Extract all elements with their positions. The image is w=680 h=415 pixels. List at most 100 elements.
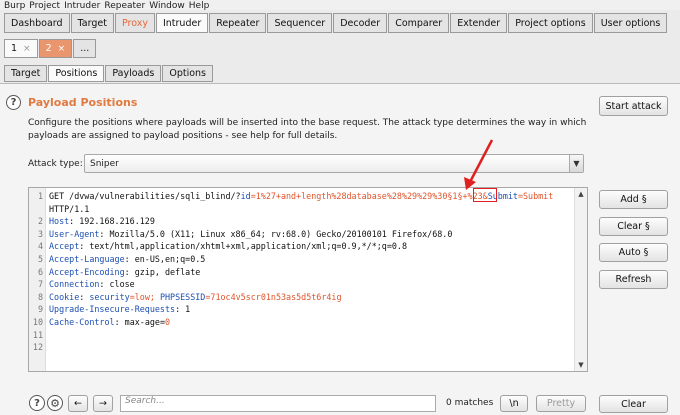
- attack-tab-label: 2: [45, 43, 52, 54]
- menu-bar: Burp Project Intruder Repeater Window Help: [0, 0, 680, 11]
- line-token: =71oc4v5scr01n53as5d5t6r4ig: [205, 291, 342, 302]
- auto-marker-button[interactable]: Auto §: [599, 243, 668, 262]
- line-token: GET /dvwa/vulnerabilities/sqli_blind/?: [49, 191, 241, 201]
- tab-decoder[interactable]: Decoder: [333, 13, 388, 33]
- line-token: PHPSESSID: [159, 291, 206, 302]
- line-token: security: [89, 291, 130, 302]
- line-token: Upgrade-Insecure-Requests: [49, 304, 176, 315]
- regex-toggle-button[interactable]: \n: [500, 395, 528, 412]
- attack-tab-3[interactable]: ...: [73, 39, 97, 58]
- next-match-button[interactable]: →: [93, 395, 113, 412]
- menu-item-burp[interactable]: Burp: [0, 2, 25, 11]
- tab-sequencer[interactable]: Sequencer: [267, 13, 333, 33]
- line-number: 7: [37, 279, 43, 290]
- main-tab-bar: Dashboard Target Proxy Intruder Repeater Sequ…: [4, 13, 668, 33]
- line-token: =Submit: [517, 191, 554, 201]
- clear-button[interactable]: Clear: [599, 395, 668, 413]
- bottom-help-icon[interactable]: ?: [29, 395, 45, 411]
- scroll-down-icon[interactable]: ▼: [575, 359, 587, 371]
- line-number: 12: [32, 342, 43, 353]
- attack-type-select[interactable]: Sniper ▼: [84, 154, 584, 173]
- search-input[interactable]: Search...: [120, 395, 436, 412]
- chevron-down-icon[interactable]: ▼: [569, 155, 583, 172]
- line-number: 8: [37, 291, 43, 302]
- tab-proxy[interactable]: Proxy: [114, 13, 155, 33]
- line-token: Connection: [49, 279, 100, 290]
- line-token: User-Agent: [49, 228, 100, 239]
- line-text: Host: 192.168.216.129: [49, 215, 155, 227]
- menu-item-repeater[interactable]: Repeater: [100, 2, 145, 11]
- help-icon[interactable]: ?: [6, 95, 21, 110]
- line-number: 2: [37, 216, 43, 227]
- line-number: 11: [32, 329, 43, 340]
- line-text: Cache-Control: max-age=0: [49, 316, 170, 328]
- line-token: : text/html,application/xhtml+xml,applic…: [79, 241, 408, 252]
- sub-tab-target[interactable]: Target: [4, 65, 48, 82]
- line-token: Cache-Control: [49, 317, 115, 327]
- sub-tab-positions[interactable]: Positions: [48, 65, 105, 82]
- line-number: 5: [37, 254, 43, 264]
- line-token: Accept-Language: [49, 254, 125, 264]
- pretty-button[interactable]: Pretty: [536, 395, 586, 412]
- start-attack-button[interactable]: Start attack: [599, 96, 668, 116]
- attack-type-value: Sniper: [90, 158, 119, 169]
- menu-item-intruder[interactable]: Intruder: [60, 2, 100, 11]
- tab-extender[interactable]: Extender: [450, 13, 508, 33]
- sub-tab-options[interactable]: Options: [162, 65, 213, 82]
- tab-project-options[interactable]: Project options: [508, 13, 593, 33]
- menu-item-help[interactable]: Help: [185, 2, 210, 11]
- line-number: 6: [37, 266, 43, 277]
- line-token: Accept: [49, 241, 80, 252]
- scroll-up-icon[interactable]: ▲: [575, 188, 587, 200]
- previous-match-button[interactable]: ←: [68, 395, 88, 412]
- tab-dashboard[interactable]: Dashboard: [4, 13, 70, 33]
- tab-comparer[interactable]: Comparer: [388, 13, 450, 33]
- line-token: 0§1§: [442, 191, 463, 201]
- line-text: Accept-Encoding: gzip, deflate: [49, 266, 200, 278]
- attack-tab-2[interactable]: 2 ×: [38, 39, 73, 58]
- line-number: 4: [37, 241, 43, 252]
- add-marker-button[interactable]: Add §: [599, 190, 668, 209]
- line-token: : 1: [175, 304, 191, 315]
- line-token: : 192.168.216.129: [69, 216, 155, 227]
- editor-scrollbar[interactable]: ▲ ▼: [574, 188, 587, 371]
- tab-intruder[interactable]: Intruder: [155, 13, 209, 33]
- line-token: : max-age=: [114, 317, 165, 327]
- line-token: 0: [164, 317, 171, 327]
- line-token: : Mozilla/5.0 (X11; Linux x86_64; rv:68.…: [99, 228, 453, 239]
- line-text: Accept: text/html,application/xhtml+xml,…: [49, 240, 407, 252]
- section-description: Configure the positions where payloads w…: [28, 118, 587, 141]
- tab-user-options[interactable]: User options: [593, 13, 668, 33]
- tab-target[interactable]: Target: [70, 13, 114, 33]
- settings-gear-icon[interactable]: ⚙: [47, 395, 63, 411]
- tab-repeater[interactable]: Repeater: [209, 13, 267, 33]
- sub-tab-payloads[interactable]: Payloads: [105, 65, 162, 82]
- line-token: =1%27+and+length%28database%28%29%29%3: [250, 191, 443, 201]
- attack-tab-1[interactable]: 1 ×: [4, 39, 38, 58]
- line-token: Host: [49, 216, 70, 227]
- line-text: Connection: close: [49, 278, 135, 290]
- line-number: 9: [37, 304, 43, 315]
- line-number: 1: [37, 191, 43, 201]
- line-text: User-Agent: Mozilla/5.0 (X11; Linux x86_…: [49, 228, 452, 240]
- line-number: 3: [37, 228, 43, 239]
- line-number: 10: [32, 317, 43, 327]
- menu-item-window[interactable]: Window: [145, 2, 185, 11]
- menu-item-project[interactable]: Project: [25, 2, 60, 11]
- clear-marker-button[interactable]: Clear §: [599, 217, 668, 236]
- line-token: Accept-Encoding: [49, 266, 125, 277]
- close-icon[interactable]: ×: [58, 44, 66, 54]
- attack-type-label: Attack type:: [28, 159, 83, 169]
- match-count: 0 matches: [446, 398, 494, 408]
- line-token: :: [79, 291, 90, 302]
- line-text: Accept-Language: en-US,en;q=0.5: [49, 253, 205, 265]
- line-token: HTTP/1.1: [49, 203, 90, 214]
- close-icon[interactable]: ×: [23, 44, 31, 54]
- section-title: Payload Positions: [28, 96, 138, 109]
- request-editor[interactable]: 1 GET /dvwa/vulnerabilities/sqli_blind/?i…: [28, 187, 588, 372]
- refresh-button[interactable]: Refresh: [599, 270, 668, 289]
- line-token: : gzip, deflate: [124, 266, 201, 277]
- payload-marker-highlight: [473, 188, 497, 202]
- line-token: : close: [99, 279, 135, 290]
- attack-tab-label: 1: [11, 43, 18, 54]
